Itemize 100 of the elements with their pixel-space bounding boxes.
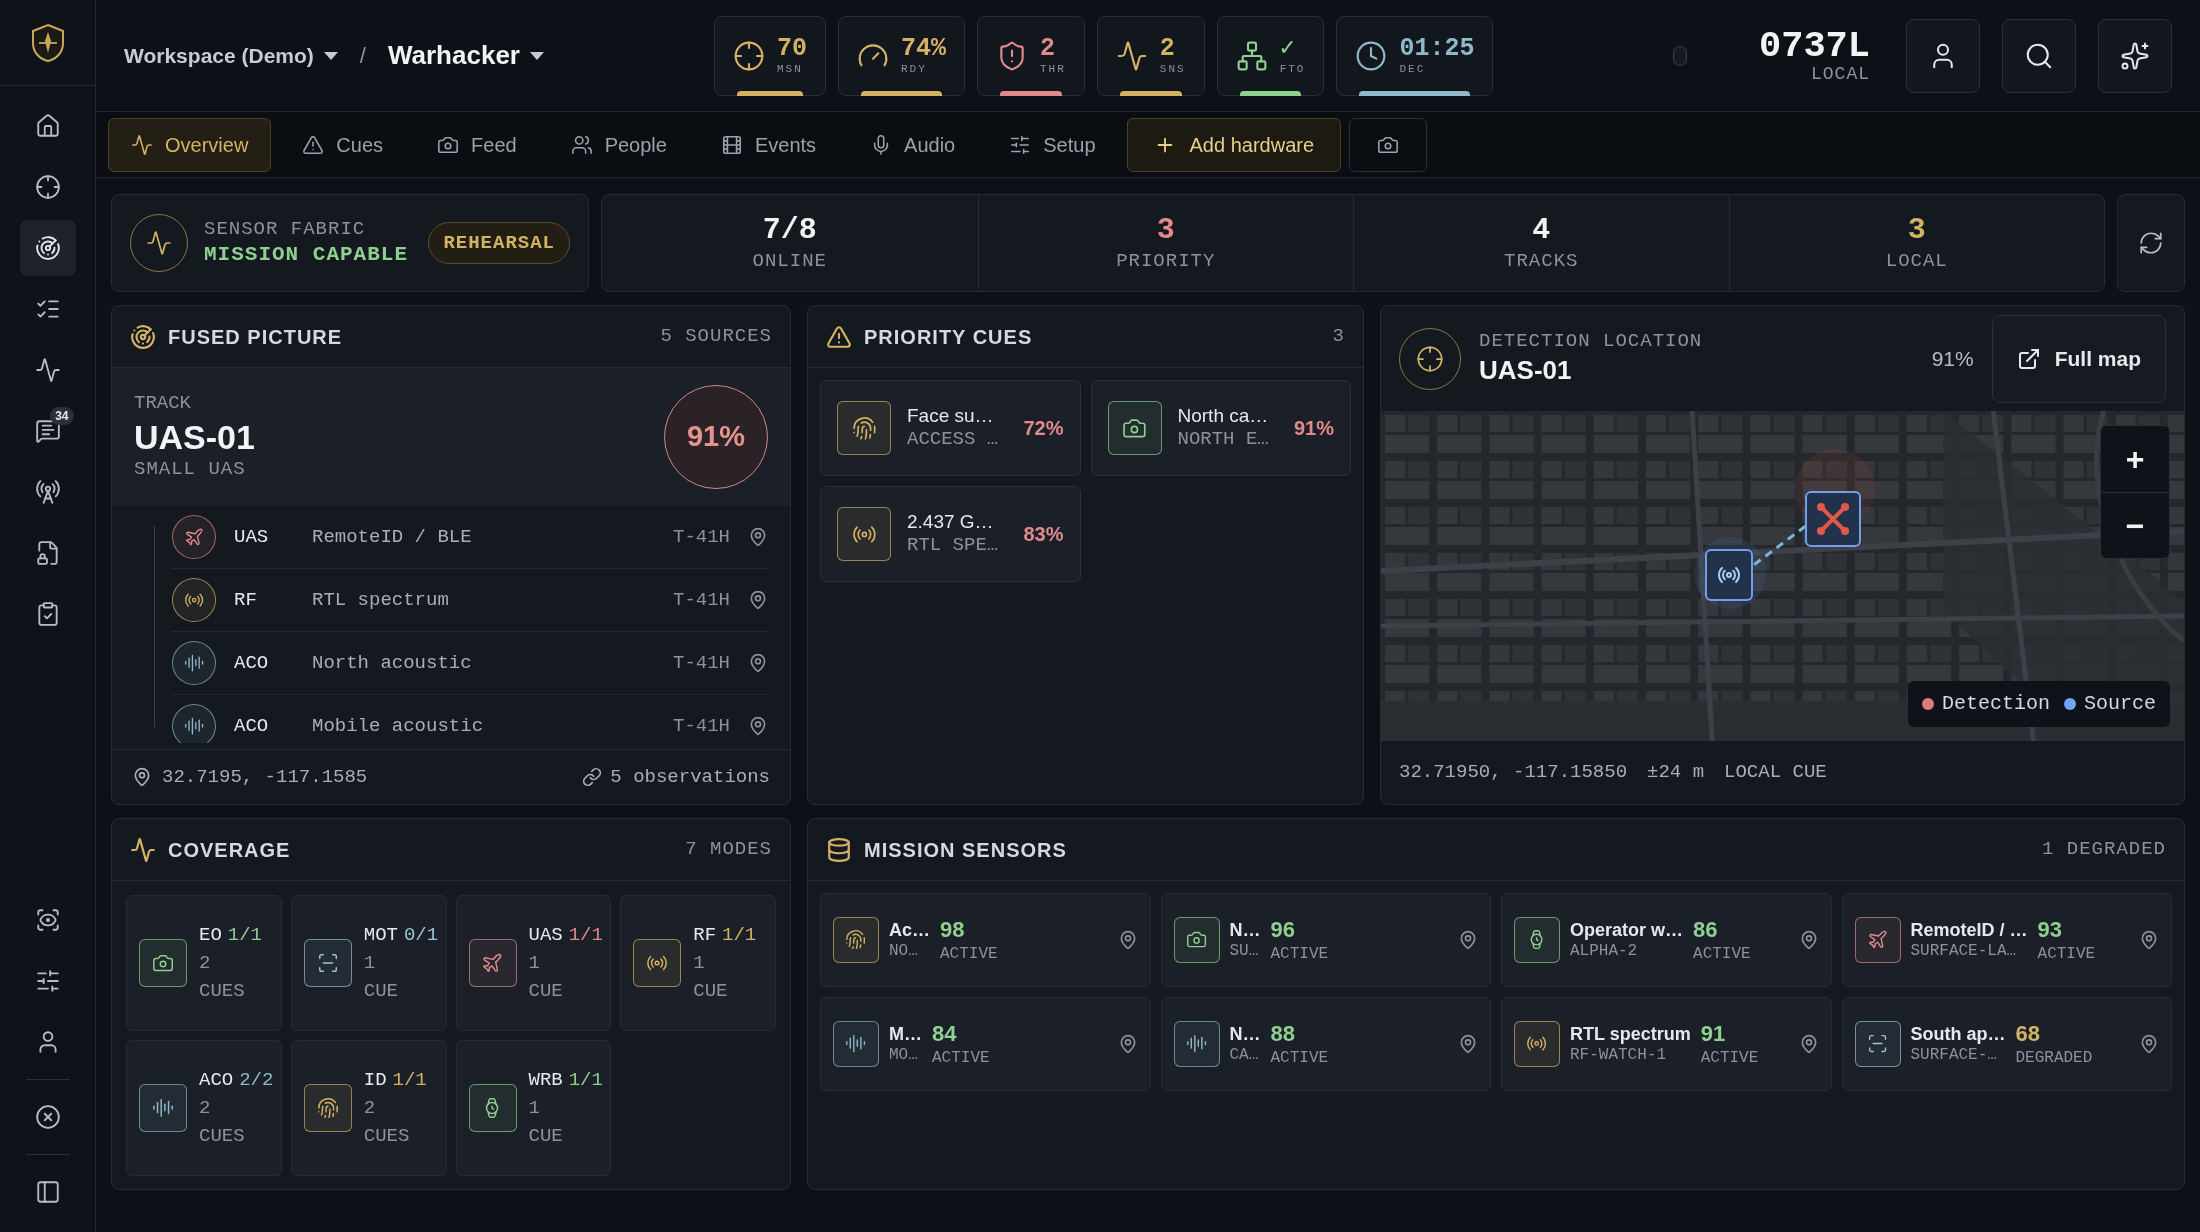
panel-count: 7 MODES xyxy=(685,837,772,863)
location-detail: ±24 m xyxy=(1647,760,1705,786)
plane-icon xyxy=(172,515,216,559)
sensor-name: Operator w… xyxy=(1570,918,1684,942)
mode-code: UAS xyxy=(528,923,563,948)
chip-value: 70 xyxy=(776,36,807,61)
mode-tile[interactable]: EO 1/1 2 CUES xyxy=(126,895,282,1031)
search-button[interactable] xyxy=(2002,18,2076,93)
pulse-icon xyxy=(130,836,156,863)
add-hardware-button[interactable]: Add hardware xyxy=(1126,117,1342,172)
mode-tile[interactable]: RF 1/1 1 CUE xyxy=(620,895,776,1031)
cue-card[interactable]: North ca… NORTH E… 91% xyxy=(1090,380,1351,476)
tab[interactable]: Overview xyxy=(108,117,272,172)
sensor-score: 96 xyxy=(1270,916,1296,944)
tab[interactable]: Feed xyxy=(414,117,540,172)
sensor-status: ACTIVE xyxy=(932,1047,990,1068)
stat-value: 4 xyxy=(1532,212,1551,250)
cue-score: 83% xyxy=(1023,522,1064,547)
source-code: RF xyxy=(234,587,258,613)
status-chip[interactable]: 70 MSN xyxy=(713,15,826,96)
sensor-card[interactable]: M… MO… 84 ACTIVE xyxy=(820,997,1151,1091)
status-chip[interactable]: ✓ FTO xyxy=(1216,15,1325,96)
tab[interactable]: Events xyxy=(697,117,840,172)
cue-card[interactable]: 2.437 G… RTL SPE… 83% xyxy=(820,486,1081,582)
tab[interactable]: Audio xyxy=(847,117,979,172)
radar-icon xyxy=(34,235,61,261)
plane-icon xyxy=(468,939,517,987)
sensor-status: ACTIVE xyxy=(1270,1047,1329,1068)
sensor-card[interactable]: South ap… SURFACE-… 68 DEGRADED xyxy=(1841,997,2172,1091)
detection-marker[interactable] xyxy=(1805,491,1861,547)
source-name: North acoustic xyxy=(312,650,472,676)
map-pin-icon xyxy=(2139,930,2159,950)
sidebar-item[interactable] xyxy=(19,220,76,276)
status-chip[interactable]: 2 SNS xyxy=(1096,15,1205,96)
sensor-score: 84 xyxy=(932,1020,958,1048)
mode-tile[interactable]: ACO 2/2 2 CUES xyxy=(126,1040,282,1176)
plane-icon xyxy=(1854,917,1901,963)
map[interactable]: + − Detection Source xyxy=(1381,411,2184,741)
cue-card[interactable]: Face su… ACCESS … 72% xyxy=(820,380,1081,476)
workspace-dropdown[interactable]: Workspace (Demo) xyxy=(124,39,338,72)
sensor-card[interactable]: N… CA… 88 ACTIVE xyxy=(1160,997,1491,1091)
status-chip[interactable]: 2 THR xyxy=(977,15,1085,96)
tab[interactable]: People xyxy=(547,117,690,172)
mode-tile[interactable]: MOT 0/1 1 CUE xyxy=(290,895,447,1031)
sidebar-item[interactable]: 34 xyxy=(19,403,76,459)
assistant-button[interactable] xyxy=(2098,18,2172,93)
cue-subtitle: ACCESS … xyxy=(907,428,999,452)
house-icon xyxy=(34,113,61,139)
refresh-icon xyxy=(2138,230,2164,256)
fingerprint-icon xyxy=(833,917,879,963)
cue-title: Face su… xyxy=(907,404,995,428)
cue-count: 1 xyxy=(693,951,706,976)
shield-logo-icon xyxy=(29,22,66,63)
full-map-button[interactable]: Full map xyxy=(1991,314,2166,403)
cue-unit: CUE xyxy=(528,979,564,1004)
sensor-card[interactable]: RemoteID / … SURFACE-LA… 93 ACTIVE xyxy=(1841,893,2172,987)
refresh-button[interactable] xyxy=(2117,194,2185,292)
mode-tile[interactable]: WRB 1/1 1 CUE xyxy=(455,1040,612,1176)
radio-signal-icon xyxy=(633,939,682,987)
tab[interactable]: Setup xyxy=(986,117,1119,172)
stat-label: PRIORITY xyxy=(1116,249,1216,274)
status-chip[interactable]: 01:25 DEC xyxy=(1336,15,1494,96)
panel-count: 3 xyxy=(1332,324,1345,350)
sensor-card[interactable]: Ac… NO… 98 ACTIVE xyxy=(820,893,1151,987)
source-marker[interactable] xyxy=(1705,549,1753,601)
mode-tile[interactable]: UAS 1/1 1 CUE xyxy=(455,895,612,1031)
mode-tile[interactable]: ID 1/1 2 CUES xyxy=(290,1040,447,1176)
sensor-status: ACTIVE xyxy=(1693,943,1751,964)
stat-value: 3 xyxy=(1907,212,1926,250)
audio-wave-icon xyxy=(139,1084,187,1132)
snapshot-button[interactable] xyxy=(1349,117,1428,172)
chip-value: 01:25 xyxy=(1399,36,1475,61)
sensor-id: MO… xyxy=(889,1045,919,1066)
tab[interactable]: Cues xyxy=(279,117,407,172)
sensor-name: South ap… xyxy=(1910,1022,2006,1046)
sensor-card[interactable]: Operator w… ALPHA-2 86 ACTIVE xyxy=(1501,893,1832,987)
zoom-button[interactable]: + xyxy=(2101,426,2169,492)
sensor-status: ACTIVE xyxy=(940,943,998,964)
sensor-name: RTL spectrum xyxy=(1570,1022,1691,1046)
location-detail: LOCAL CUE xyxy=(1724,760,1827,786)
mode-code: RF xyxy=(693,923,717,948)
source-name: RTL spectrum xyxy=(312,587,449,613)
caret-icon xyxy=(529,51,544,60)
sensor-id: RF-WATCH-1 xyxy=(1570,1045,1667,1066)
sensor-card[interactable]: RTL spectrum RF-WATCH-1 91 ACTIVE xyxy=(1501,997,1832,1091)
legend-label: Source xyxy=(2084,691,2156,717)
track-coordinates: 32.7195, -117.1585 xyxy=(162,764,368,790)
zoom-button[interactable]: − xyxy=(2101,492,2169,558)
sensor-card[interactable]: N… SU… 96 ACTIVE xyxy=(1160,893,1491,987)
project-dropdown[interactable]: Warhacker xyxy=(387,36,544,75)
sensor-id: NO… xyxy=(889,941,919,962)
external-link-icon xyxy=(2016,346,2041,371)
watch-icon xyxy=(468,1084,517,1132)
sensor-score: 88 xyxy=(1270,1020,1296,1048)
mode-code: ID xyxy=(363,1068,387,1093)
status-chip[interactable]: 74% RDY xyxy=(838,15,965,96)
mode-ratio: 2/2 xyxy=(239,1068,274,1093)
profile-button[interactable] xyxy=(1906,18,1980,93)
track-name: UAS-01 xyxy=(134,416,255,458)
sliders-icon xyxy=(1009,133,1032,156)
